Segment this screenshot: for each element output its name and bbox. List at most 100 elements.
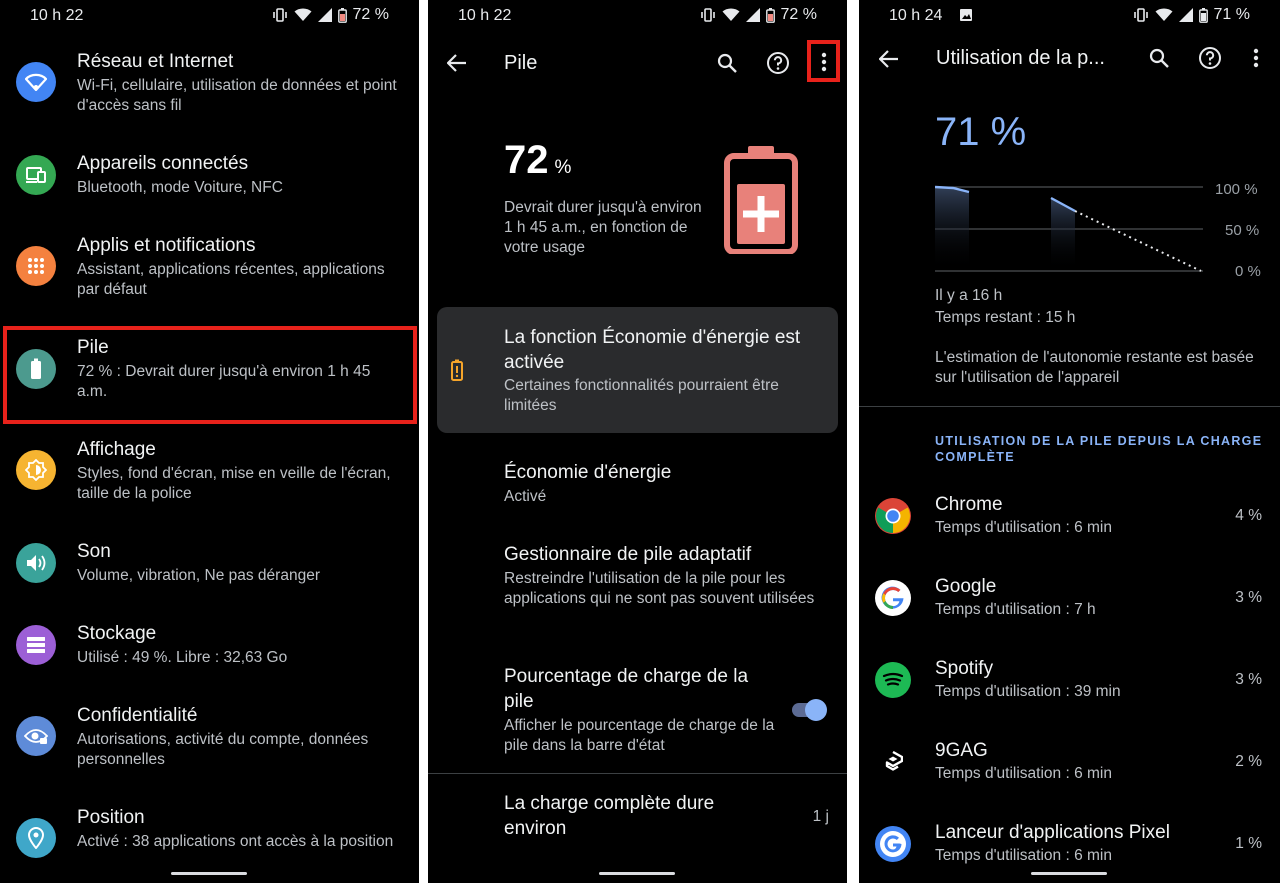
settings-screen: 10 h 22 72 % Réseau et Internet Wi-Fi, c… [0,0,419,883]
battery-saver-large-icon [723,144,799,254]
vibrate-icon [700,8,715,22]
app-percentage: 4 % [1235,507,1262,524]
settings-item-subtitle: Wi-Fi, cellulaire, utilisation de donnée… [77,77,397,114]
chart-area-segment-1 [935,187,969,271]
app-name: Google [935,576,997,597]
battery-percent-status: 72 % [780,6,817,23]
status-bar: 10 h 24 71 % [859,0,1280,34]
wifi-status-icon [294,8,312,21]
app-name: Chrome [935,494,1003,515]
help-icon[interactable] [764,49,792,77]
more-options-icon[interactable] [1243,44,1268,72]
spotify-icon [875,662,911,698]
setting-title: Gestionnaire de pile adaptatif [504,544,752,565]
settings-item-title: Affichage [77,439,156,460]
page-title: Utilisation de la p... [936,47,1105,69]
settings-item-subtitle: Activé : 38 applications ont accès à la … [77,833,394,850]
back-arrow-icon[interactable] [876,46,902,72]
battery-screen: 10 h 22 72 % Pile 72% Devrait durer jusq… [428,0,847,883]
brightness-icon [16,450,56,490]
app-percentage: 3 % [1235,589,1262,606]
setting-subtitle: Restreindre l'utilisation de la pile pou… [504,570,815,607]
search-icon[interactable] [1146,45,1172,71]
app-percentage: 3 % [1235,671,1262,688]
gesture-nav-handle[interactable] [171,872,247,875]
status-time: 10 h 22 [458,7,512,24]
app-percentage: 2 % [1235,753,1262,770]
settings-item-title: Applis et notifications [77,235,256,256]
toggle-thumb[interactable] [805,699,827,721]
help-icon[interactable] [1196,44,1224,72]
chart-tick-50: 50 % [1225,222,1260,239]
battery-usage-screen: 10 h 24 71 % Utilisation de la p... 71 % [859,0,1280,883]
app-usage: Temps d'utilisation : 6 min [935,519,1112,536]
banner-title: La fonction Économie d'énergie est activ… [504,327,801,373]
battery-percentage-value: 72 [504,138,549,182]
app-usage: Temps d'utilisation : 6 min [935,847,1112,864]
highlight-frame [3,326,417,424]
settings-item-subtitle: Utilisé : 49 %. Libre : 32,63 Go [77,649,288,666]
settings-item-subtitle: Bluetooth, mode Voiture, NFC [77,179,283,196]
privacy-icon [16,716,56,756]
battery-alert-icon [449,357,465,383]
settings-item-subtitle: Autorisations, activité du compte, donné… [77,731,369,768]
image-notification-icon [960,9,972,21]
battery-percentage: 71 % [935,110,1027,154]
volume-icon [16,543,56,583]
battery-status-icon [765,7,775,23]
settings-item-title: Stockage [77,623,157,644]
wifi-status-icon [1155,8,1173,21]
battery-percent-status: 72 % [352,6,389,23]
setting-title: La charge complète dure environ [504,793,715,839]
location-icon [16,818,56,858]
highlight-frame [807,40,840,82]
status-bar: 10 h 22 72 % [428,0,847,34]
chart-projection-line [1074,210,1202,272]
chart-tick-100: 100 % [1215,181,1258,198]
back-arrow-icon[interactable] [444,50,470,76]
9gag-icon [875,744,911,780]
chrome-icon [875,498,911,534]
setting-subtitle: Activé [504,488,547,505]
settings-item-subtitle: Assistant, applications récentes, applic… [77,261,385,298]
banner-subtitle: Certaines fonctionnalités pourraient êtr… [504,377,779,414]
page-title: Pile [504,52,538,74]
history-label: Il y a 16 h [935,287,1003,304]
setting-title: Économie d'énergie [504,462,672,483]
pixel-launcher-icon [875,826,911,862]
wifi-status-icon [722,8,740,21]
settings-item-title: Appareils connectés [77,153,249,174]
signal-icon [317,8,332,22]
apps-icon [16,246,56,286]
settings-item-title: Son [77,541,111,562]
battery-percentage-unit: % [554,157,572,178]
section-header: UTILISATION DE LA PILE DEPUIS LA CHARGE … [935,434,1263,464]
status-bar: 10 h 22 72 % [0,0,419,34]
app-name: Lanceur d'applications Pixel [935,822,1170,843]
settings-item-title: Réseau et Internet [77,51,234,72]
app-usage: Temps d'utilisation : 7 h [935,601,1096,618]
storage-icon [16,625,56,665]
battery-level-chart [935,185,1203,272]
settings-item-title: Position [77,807,145,828]
battery-estimate: Devrait durer jusqu'à environ 1 h 45 a.m… [504,199,702,256]
google-icon [875,580,911,616]
settings-item-subtitle: Volume, vibration, Ne pas déranger [77,567,320,584]
search-icon[interactable] [714,50,740,76]
app-name: Spotify [935,658,994,679]
gesture-nav-handle[interactable] [599,872,675,875]
chart-tick-0: 0 % [1235,263,1261,280]
battery-saver-banner[interactable]: La fonction Économie d'énergie est activ… [437,307,838,433]
wifi-icon [16,62,56,102]
battery-status-icon [337,7,347,23]
gesture-nav-handle[interactable] [1031,872,1107,875]
estimate-note: L'estimation de l'autonomie restante est… [935,349,1254,386]
signal-icon [745,8,760,22]
status-time: 10 h 22 [30,7,84,24]
app-name: 9GAG [935,740,988,761]
divider [428,773,847,774]
divider [859,406,1280,407]
battery-percent-status: 71 % [1213,6,1250,23]
full-charge-value: 1 j [812,808,829,825]
app-usage: Temps d'utilisation : 6 min [935,765,1112,782]
